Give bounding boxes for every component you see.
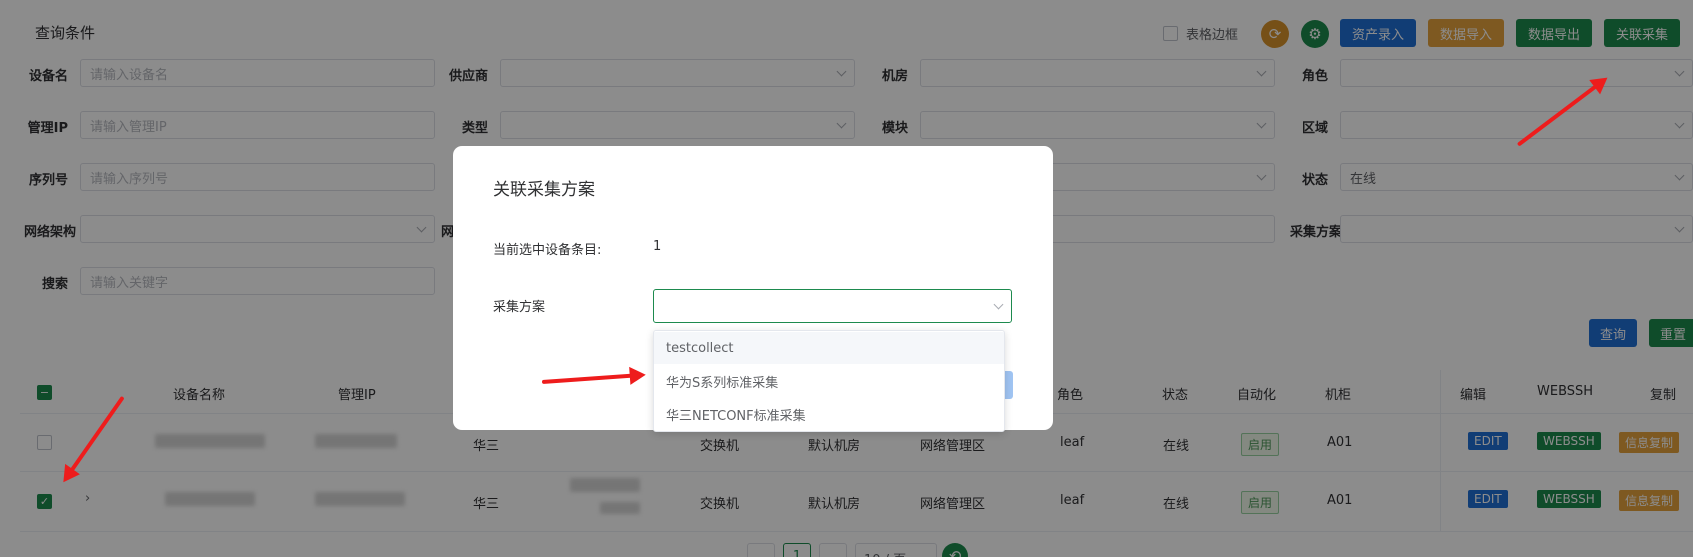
selected-count-value: 1 [653,239,662,254]
collect-plan-options: testcollect 华为S系列标准采集 华三NETCONF标准采集 [653,330,1005,432]
option-testcollect[interactable]: testcollect [654,332,1004,364]
device-management-page: 查询条件 表格边框 ⟳ ⚙ 资产录入 数据导入 数据导出 关联采集 设备名 请输… [0,0,1693,557]
collect-plan-dropdown[interactable] [653,289,1012,323]
option-h3c-netconf[interactable]: 华三NETCONF标准采集 [654,398,1004,430]
modal-title: 关联采集方案 [493,180,595,200]
option-huawei-s-series[interactable]: 华为S系列标准采集 [654,365,1004,397]
selected-count-label: 当前选中设备条目: [493,243,602,258]
collect-plan-field-label: 采集方案 [493,300,546,315]
chevron-down-icon [993,299,1004,310]
